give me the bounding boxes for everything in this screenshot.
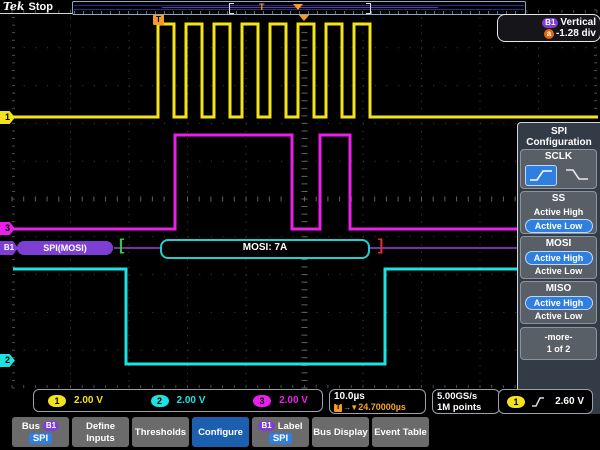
sample-rate: 5.00GS/s bbox=[437, 391, 495, 402]
b1-badge: B1 bbox=[43, 421, 59, 431]
record-view-bar[interactable]: T bbox=[72, 1, 526, 15]
menu-thresholds-button[interactable]: Thresholds bbox=[132, 417, 189, 447]
mosi-ch3-trace bbox=[12, 135, 517, 229]
miso-label: MISO bbox=[521, 282, 596, 296]
bottom-menu-bar: BusB1 SPI Define Inputs Thresholds Confi… bbox=[0, 414, 600, 450]
menu-event-table-button[interactable]: Event Table bbox=[372, 417, 429, 447]
record-bar-ticks bbox=[74, 11, 524, 14]
vertical-value: -1.28 div bbox=[556, 28, 596, 39]
falling-edge-icon bbox=[564, 167, 590, 182]
falling-edge-button[interactable] bbox=[562, 165, 592, 184]
trigger-source-badge: 1 bbox=[507, 396, 525, 408]
section-miso: MISO Active High Active Low bbox=[520, 281, 597, 324]
menu-bus-button[interactable]: BusB1 SPI bbox=[12, 417, 69, 447]
waveform-display bbox=[0, 0, 600, 414]
rising-edge-button[interactable] bbox=[525, 165, 557, 186]
spi-configuration-panel: SPI Configuration SCLK SS Active Hig bbox=[517, 122, 600, 418]
ss-active-high-option[interactable]: Active High bbox=[521, 206, 596, 219]
ch2-scale-readout: 2 2.00 V bbox=[151, 395, 206, 407]
trigger-level: 2.60 V bbox=[555, 396, 584, 407]
spi-badge: SPI bbox=[29, 433, 52, 444]
b1-badge: B1 bbox=[258, 421, 274, 431]
ch1-scale-readout: 1 2.00 V bbox=[48, 395, 103, 407]
rising-edge-icon bbox=[528, 168, 554, 183]
mosi-active-high-option[interactable]: Active High bbox=[525, 251, 593, 265]
grid-center-ticks bbox=[12, 10, 597, 388]
trigger-slope-icon bbox=[531, 396, 545, 408]
section-mosi: MOSI Active High Active Low bbox=[520, 236, 597, 279]
ss-label: SS bbox=[521, 192, 596, 206]
menu-define-inputs-button[interactable]: Define Inputs bbox=[72, 417, 129, 447]
menu-configure-button[interactable]: Configure bbox=[192, 417, 249, 447]
acquisition-readout: 5.00GS/s 1M points bbox=[432, 389, 500, 414]
vertical-label: Vertical bbox=[560, 17, 596, 28]
mosi-active-low-option[interactable]: Active Low bbox=[521, 265, 596, 278]
vertical-readout-badge: B1 Vertical a -1.28 div bbox=[497, 14, 600, 42]
trigger-point-flag: T bbox=[153, 14, 164, 25]
channel-scale-readouts: 1 2.00 V 2 2.00 V 3 2.00 V bbox=[33, 389, 323, 412]
ch3-badge: 3 bbox=[253, 395, 271, 407]
brand-label: Tek bbox=[3, 0, 25, 13]
ss-ch2-trace bbox=[13, 269, 517, 364]
trigger-position-icon[interactable] bbox=[298, 14, 310, 21]
bus-label-pill: SPI(MOSI) bbox=[17, 241, 113, 255]
acquisition-status: Stop bbox=[29, 1, 53, 13]
horizontal-scale: 10.0µs bbox=[334, 391, 421, 402]
panel-title: SPI Configuration bbox=[518, 126, 600, 148]
menu-bus-display-button[interactable]: Bus Display bbox=[312, 417, 369, 447]
spi-badge: SPI bbox=[269, 433, 292, 444]
sclk-label: SCLK bbox=[521, 150, 596, 164]
trigger-t-icon: T bbox=[334, 404, 342, 412]
ch1-badge: 1 bbox=[48, 395, 66, 407]
b1-badge: B1 bbox=[542, 18, 558, 28]
record-length: 1M points bbox=[437, 402, 495, 413]
decode-end-bracket: ] bbox=[378, 238, 383, 254]
horizontal-delay: T →▼ 24.70000µs bbox=[334, 402, 421, 413]
miso-active-high-option[interactable]: Active High bbox=[525, 296, 593, 310]
record-trigger-triangle-icon bbox=[293, 4, 303, 10]
bus-decode-value: MOSI: 7A bbox=[160, 239, 370, 259]
logo-underline bbox=[0, 13, 74, 14]
section-ss: SS Active High Active Low bbox=[520, 191, 597, 234]
multipurpose-knob-icon: a bbox=[544, 29, 554, 39]
menu-label-button[interactable]: B1Label SPI bbox=[252, 417, 309, 447]
horizontal-readout: 10.0µs T →▼ 24.70000µs bbox=[329, 389, 426, 414]
ch3-scale-readout: 3 2.00 V bbox=[253, 395, 308, 407]
more-button[interactable]: -more- 1 of 2 bbox=[520, 327, 597, 360]
ch2-badge: 2 bbox=[151, 395, 169, 407]
trigger-readout: 1 2.60 V bbox=[498, 389, 593, 414]
oscilloscope-screen: Tek Stop T T B1 Vertical a -1.28 div 1 3 … bbox=[0, 0, 600, 450]
mosi-label: MOSI bbox=[521, 237, 596, 251]
tek-logo: Tek Stop bbox=[3, 0, 53, 13]
section-sclk: SCLK bbox=[520, 149, 597, 189]
miso-active-low-option[interactable]: Active Low bbox=[521, 310, 596, 323]
ss-active-low-option[interactable]: Active Low bbox=[525, 219, 593, 233]
decode-start-bracket: [ bbox=[119, 238, 124, 254]
delay-arrow-icon: →▼ bbox=[343, 402, 357, 413]
